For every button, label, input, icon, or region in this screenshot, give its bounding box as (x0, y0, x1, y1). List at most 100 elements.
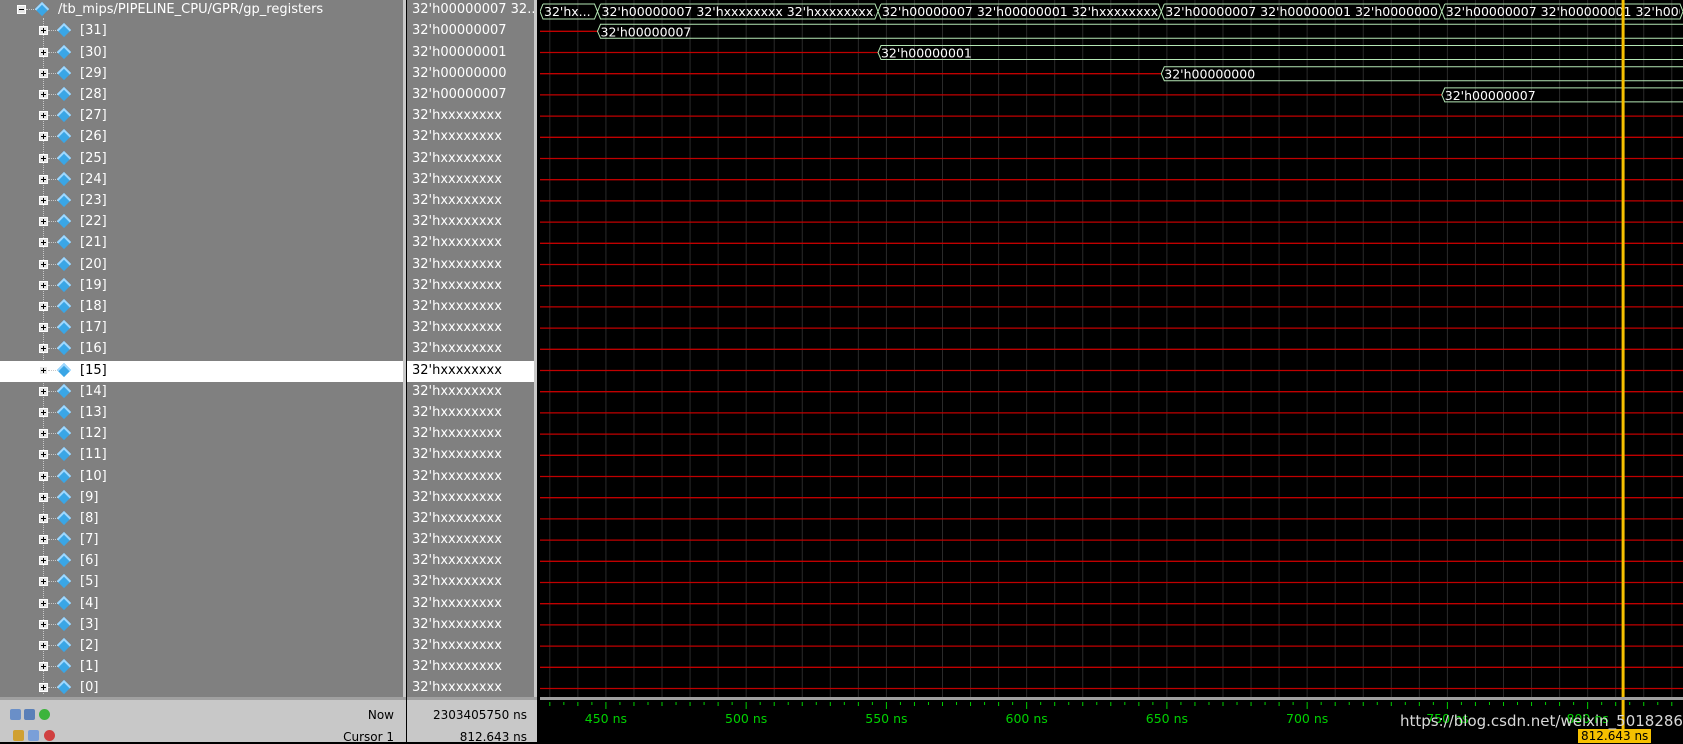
register-row[interactable]: [21] (0, 233, 403, 254)
signal-names-pane[interactable]: /tb_mips/PIPELINE_CPU/GPR/gp_registers [… (0, 0, 406, 697)
expand-icon[interactable] (39, 577, 48, 586)
register-row[interactable]: [27] (0, 106, 403, 127)
register-value: 32'hxxxxxxxx (412, 490, 502, 505)
register-row[interactable]: [24] (0, 170, 403, 191)
register-row[interactable]: [10] (0, 467, 403, 488)
lock-cursor-icon[interactable] (13, 730, 24, 741)
expand-icon[interactable] (39, 662, 48, 671)
expand-icon[interactable] (39, 599, 48, 608)
register-row[interactable]: [26] (0, 127, 403, 148)
register-row[interactable]: [31] (0, 21, 403, 42)
expand-icon[interactable] (39, 217, 48, 226)
signal-diamond-icon (57, 257, 71, 271)
register-row[interactable]: [11] (0, 445, 403, 466)
cursor-time-tag[interactable]: 812.643 ns (1578, 729, 1652, 743)
signal-diamond-icon (57, 235, 71, 249)
add-wave-icon[interactable] (10, 709, 21, 720)
register-name: [22] (80, 214, 107, 229)
expand-icon[interactable] (39, 302, 48, 311)
register-value: 32'hxxxxxxxx (412, 405, 502, 420)
expand-icon[interactable] (39, 196, 48, 205)
signal-diamond-icon (57, 172, 71, 186)
expand-icon[interactable] (39, 408, 48, 417)
register-name: [4] (80, 596, 99, 611)
register-row[interactable]: [1] (0, 657, 403, 678)
register-row[interactable]: [15] (0, 361, 403, 382)
register-row[interactable]: [0] (0, 678, 403, 697)
register-row[interactable]: [7] (0, 530, 403, 551)
register-row[interactable]: [3] (0, 615, 403, 636)
expand-icon[interactable] (39, 323, 48, 332)
register-value: 32'hxxxxxxxx (412, 235, 502, 250)
expand-icon[interactable] (39, 620, 48, 629)
register-name: [30] (80, 45, 107, 60)
register-row[interactable]: [13] (0, 403, 403, 424)
edit-wave-icon[interactable] (24, 709, 35, 720)
register-value-row: 32'hxxxxxxxx (407, 212, 534, 233)
collapse-icon[interactable] (17, 5, 26, 14)
expand-icon[interactable] (39, 238, 48, 247)
register-row[interactable]: [5] (0, 572, 403, 593)
register-value-row: 32'hxxxxxxxx (407, 678, 534, 697)
register-row[interactable]: [2] (0, 636, 403, 657)
register-row[interactable]: [30] (0, 43, 403, 64)
expand-icon[interactable] (39, 154, 48, 163)
expand-icon[interactable] (39, 26, 48, 35)
register-row[interactable]: [25] (0, 149, 403, 170)
register-row[interactable]: [29] (0, 64, 403, 85)
register-row[interactable]: [18] (0, 297, 403, 318)
signal-diamond-icon (57, 596, 71, 610)
expand-icon[interactable] (39, 450, 48, 459)
signal-group-row[interactable]: /tb_mips/PIPELINE_CPU/GPR/gp_registers (0, 0, 403, 21)
register-value: 32'hxxxxxxxx (412, 680, 502, 695)
expand-icon[interactable] (39, 281, 48, 290)
register-row[interactable]: [12] (0, 424, 403, 445)
expand-icon[interactable] (39, 493, 48, 502)
expand-icon[interactable] (39, 69, 48, 78)
expand-icon[interactable] (39, 175, 48, 184)
add-cursor-icon[interactable] (39, 709, 50, 720)
register-row[interactable]: [16] (0, 339, 403, 360)
register-value: 32'hxxxxxxxx (412, 638, 502, 653)
expand-icon[interactable] (39, 683, 48, 692)
register-name: [8] (80, 511, 99, 526)
register-row[interactable]: [19] (0, 276, 403, 297)
signal-diamond-icon (57, 341, 71, 355)
ruler-tick-label: 450 ns (585, 711, 627, 726)
register-row[interactable]: [8] (0, 509, 403, 530)
signal-group-value: 32'h00000007 32... (412, 2, 537, 17)
delete-cursor-icon[interactable] (44, 730, 55, 741)
expand-icon[interactable] (39, 556, 48, 565)
expand-icon[interactable] (39, 472, 48, 481)
register-row[interactable]: [17] (0, 318, 403, 339)
expand-icon[interactable] (39, 514, 48, 523)
register-name: [24] (80, 172, 107, 187)
edit-cursor-icon[interactable] (28, 730, 39, 741)
register-row[interactable]: [4] (0, 594, 403, 615)
expand-icon[interactable] (39, 344, 48, 353)
register-row[interactable]: [20] (0, 255, 403, 276)
register-value: 32'hxxxxxxxx (412, 341, 502, 356)
register-row[interactable]: [22] (0, 212, 403, 233)
register-row[interactable]: [14] (0, 382, 403, 403)
expand-icon[interactable] (39, 387, 48, 396)
register-value: 32'h00000000 (412, 66, 507, 81)
register-name: [17] (80, 320, 107, 335)
expand-icon[interactable] (39, 641, 48, 650)
register-row[interactable]: [23] (0, 191, 403, 212)
expand-icon[interactable] (39, 260, 48, 269)
expand-icon[interactable] (39, 90, 48, 99)
register-row[interactable]: [6] (0, 551, 403, 572)
expand-icon[interactable] (39, 429, 48, 438)
expand-icon[interactable] (39, 535, 48, 544)
expand-icon[interactable] (39, 111, 48, 120)
expand-icon[interactable] (39, 48, 48, 57)
expand-icon[interactable] (39, 132, 48, 141)
register-name: [5] (80, 574, 99, 589)
register-row[interactable]: [9] (0, 488, 403, 509)
signal-values-pane[interactable]: 32'h00000007 32... 32'h00000007 32'h00000… (407, 0, 537, 697)
expand-icon[interactable] (39, 366, 48, 375)
waveform-pane[interactable]: 32'hx... 32'h00000007 32'hxxxxxxxx 32'hxx… (540, 0, 1683, 697)
register-row[interactable]: [28] (0, 85, 403, 106)
waveform-canvas[interactable]: 32'hx... 32'h00000007 32'hxxxxxxxx 32'hxx… (540, 0, 1683, 697)
